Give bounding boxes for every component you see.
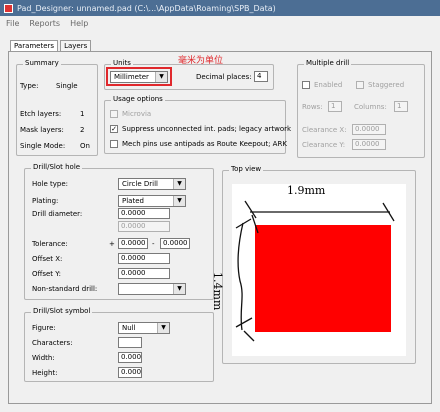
height-dimension-annotation: 1.4mm <box>211 272 224 311</box>
width-dimension-annotation: 1.9mm <box>287 184 326 197</box>
dimension-annotation-lines <box>235 200 395 342</box>
